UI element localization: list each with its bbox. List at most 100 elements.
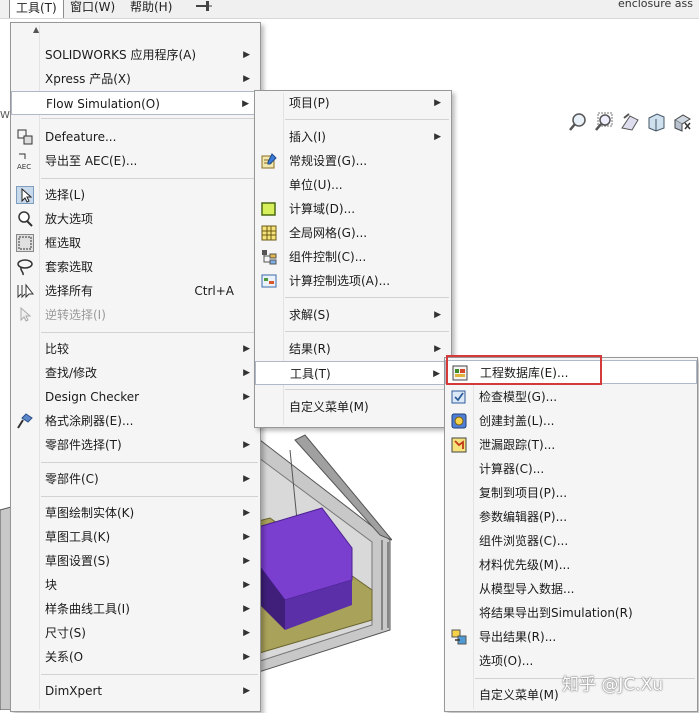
menu-item-sketch-settings[interactable]: 草图设置(S) ▶: [11, 549, 260, 573]
menu-separator: [285, 331, 449, 332]
menu-separator: [41, 118, 258, 119]
section-view-icon[interactable]: [646, 112, 666, 132]
menu-item-magnify-select[interactable]: 放大选项: [11, 207, 260, 231]
menu-item-project[interactable]: 项目(P) ▶: [255, 91, 451, 115]
menu-item-xpress[interactable]: Xpress 产品(X) ▶: [11, 67, 260, 91]
menu-item-blocks[interactable]: 块 ▶: [11, 573, 260, 597]
menu-item-component-explorer[interactable]: 组件浏览器(C)...: [445, 529, 697, 553]
menu-item-calculation-control[interactable]: 计算控制选项(A)...: [255, 269, 451, 293]
menu-item-lasso-select[interactable]: 套索选取: [11, 255, 260, 279]
left-panel-tab[interactable]: W: [0, 110, 10, 128]
submenu-arrow-icon: ▶: [243, 368, 250, 378]
menu-item-sketch-entities[interactable]: 草图绘制实体(K) ▶: [11, 501, 260, 525]
submenu-arrow-icon: ▶: [243, 392, 250, 402]
menu-item-defeature[interactable]: Defeature...: [11, 125, 260, 149]
menubar-window[interactable]: 窗口(W): [64, 0, 121, 17]
menu-item-export-aec[interactable]: AEC 导出至 AEC(E)...: [11, 149, 260, 173]
menu-separator: [41, 332, 258, 333]
flow-simulation-menu: 项目(P) ▶ 插入(I) ▶ 常规设置(G)... 单位(U)... 计算域(D)…: [254, 90, 452, 428]
menu-item-compare[interactable]: 比较 ▶: [11, 337, 260, 361]
zoom-to-fit-icon[interactable]: [568, 112, 588, 132]
view-orientation-icon[interactable]: [672, 112, 692, 132]
menu-item-relations[interactable]: 关系(O ▶: [11, 645, 260, 669]
menu-item-export-to-simulation[interactable]: 将结果导出到Simulation(R): [445, 601, 697, 625]
menu-item-check-geometry[interactable]: 检查模型(G)...: [445, 385, 697, 409]
submenu-arrow-icon: ▶: [243, 652, 250, 662]
menu-item-select[interactable]: 选择(L): [11, 183, 260, 207]
menu-item-component-selection[interactable]: 零部件选择(T) ▶: [11, 433, 260, 457]
defeature-icon: [16, 128, 34, 146]
menu-item-clone-to-project[interactable]: 复制到项目(P)...: [445, 481, 697, 505]
menu-item-solve[interactable]: 求解(S) ▶: [255, 303, 451, 327]
select-all-icon: [16, 282, 35, 300]
svg-text:AEC: AEC: [17, 163, 31, 170]
menu-item-flow-tools[interactable]: 工具(T) ▶: [255, 361, 451, 385]
aec-export-icon: AEC: [16, 152, 34, 171]
submenu-arrow-icon: ▶: [243, 556, 250, 566]
tools-menu: ▲ SOLIDWORKS 应用程序(A) ▶ Xpress 产品(X) ▶ Flow…: [10, 22, 261, 712]
previous-view-icon[interactable]: [620, 112, 640, 132]
menu-item-computational-domain[interactable]: 计算域(D)...: [255, 197, 451, 221]
menu-item-invert-select[interactable]: 逆转选择(I): [11, 303, 260, 327]
submenu-arrow-icon: ▶: [243, 508, 250, 518]
format-painter-icon: [16, 412, 34, 430]
component-control-icon: [260, 248, 278, 266]
export-results-icon: [450, 628, 468, 646]
menu-separator: [285, 297, 449, 298]
menu-item-create-lids[interactable]: 创建封盖(L)...: [445, 409, 697, 433]
submenu-arrow-icon: ▶: [243, 74, 250, 84]
menu-item-flow-simulation[interactable]: Flow Simulation(O) ▶: [11, 91, 260, 115]
submenu-arrow-icon: ▶: [243, 686, 250, 696]
menu-item-calculator[interactable]: 计算器(C)...: [445, 457, 697, 481]
menu-item-parameter-editor[interactable]: 参数编辑器(P)...: [445, 505, 697, 529]
menu-item-sketch-tools[interactable]: 草图工具(K) ▶: [11, 525, 260, 549]
menu-item-leak-tracking[interactable]: 泄漏跟踪(T)...: [445, 433, 697, 457]
flow-tools-menu: 工程数据库(E)... 检查模型(G)... 创建封盖(L)... 泄漏跟踪(T…: [444, 357, 698, 712]
menu-item-spline-tools[interactable]: 样条曲线工具(I) ▶: [11, 597, 260, 621]
menu-item-select-all[interactable]: 选择所有 Ctrl+A: [11, 279, 260, 303]
submenu-arrow-icon: ▶: [243, 628, 250, 638]
magnify-select-icon: [16, 210, 34, 228]
menu-item-results[interactable]: 结果(R) ▶: [255, 337, 451, 361]
menu-separator: [41, 674, 258, 675]
menu-item-design-checker[interactable]: Design Checker ▶: [11, 385, 260, 409]
menu-item-format-painter[interactable]: 格式涂刷器(E)...: [11, 409, 260, 433]
menubar: 工具(T) 窗口(W) 帮助(H) enclosure ass: [0, 0, 699, 19]
leak-tracking-icon: [450, 436, 468, 454]
menu-item-components[interactable]: 零部件(C) ▶: [11, 467, 260, 491]
menu-separator: [41, 462, 258, 463]
submenu-arrow-icon: ▶: [243, 604, 250, 614]
submenu-arrow-icon: ▶: [243, 474, 250, 484]
menubar-tools[interactable]: 工具(T): [9, 0, 64, 18]
submenu-arrow-icon: ▶: [242, 99, 249, 109]
window-title: enclosure ass: [617, 0, 693, 10]
scroll-up-arrow-icon[interactable]: ▲: [33, 25, 39, 34]
watermark: 知乎 @JC.Xu: [562, 675, 664, 695]
pin-icon[interactable]: [192, 0, 214, 16]
menu-item-import-data-from-model[interactable]: 从模型导入数据...: [445, 577, 697, 601]
menu-item-export-results[interactable]: 导出结果(R)...: [445, 625, 697, 649]
select-arrow-icon: [16, 186, 34, 204]
menu-item-units[interactable]: 单位(U)...: [255, 173, 451, 197]
menubar-help[interactable]: 帮助(H): [124, 0, 178, 17]
box-select-icon: [16, 234, 34, 252]
submenu-arrow-icon: ▶: [243, 580, 250, 590]
menu-item-solidworks-apps[interactable]: SOLIDWORKS 应用程序(A) ▶: [11, 43, 260, 67]
menu-item-material-priority[interactable]: 材料优先级(M)...: [445, 553, 697, 577]
menu-item-find-modify[interactable]: 查找/修改 ▶: [11, 361, 260, 385]
zoom-area-icon[interactable]: [594, 112, 614, 132]
menu-item-customize-menu[interactable]: 自定义菜单(M): [255, 395, 451, 419]
menu-item-dimensions[interactable]: 尺寸(S) ▶: [11, 621, 260, 645]
menu-item-insert[interactable]: 插入(I) ▶: [255, 125, 451, 149]
submenu-arrow-icon: ▶: [243, 440, 250, 450]
menu-item-dimxpert[interactable]: DimXpert ▶: [11, 679, 260, 703]
menu-separator: [41, 178, 258, 179]
check-geometry-icon: [450, 388, 468, 406]
menu-separator: [41, 496, 258, 497]
menu-item-general-settings[interactable]: 常规设置(G)...: [255, 149, 451, 173]
menu-item-box-select[interactable]: 框选取: [11, 231, 260, 255]
submenu-arrow-icon: ▶: [434, 132, 441, 142]
menu-item-component-control[interactable]: 组件控制(C)...: [255, 245, 451, 269]
submenu-arrow-icon: ▶: [433, 369, 440, 379]
menu-item-global-mesh[interactable]: 全局网格(G)...: [255, 221, 451, 245]
